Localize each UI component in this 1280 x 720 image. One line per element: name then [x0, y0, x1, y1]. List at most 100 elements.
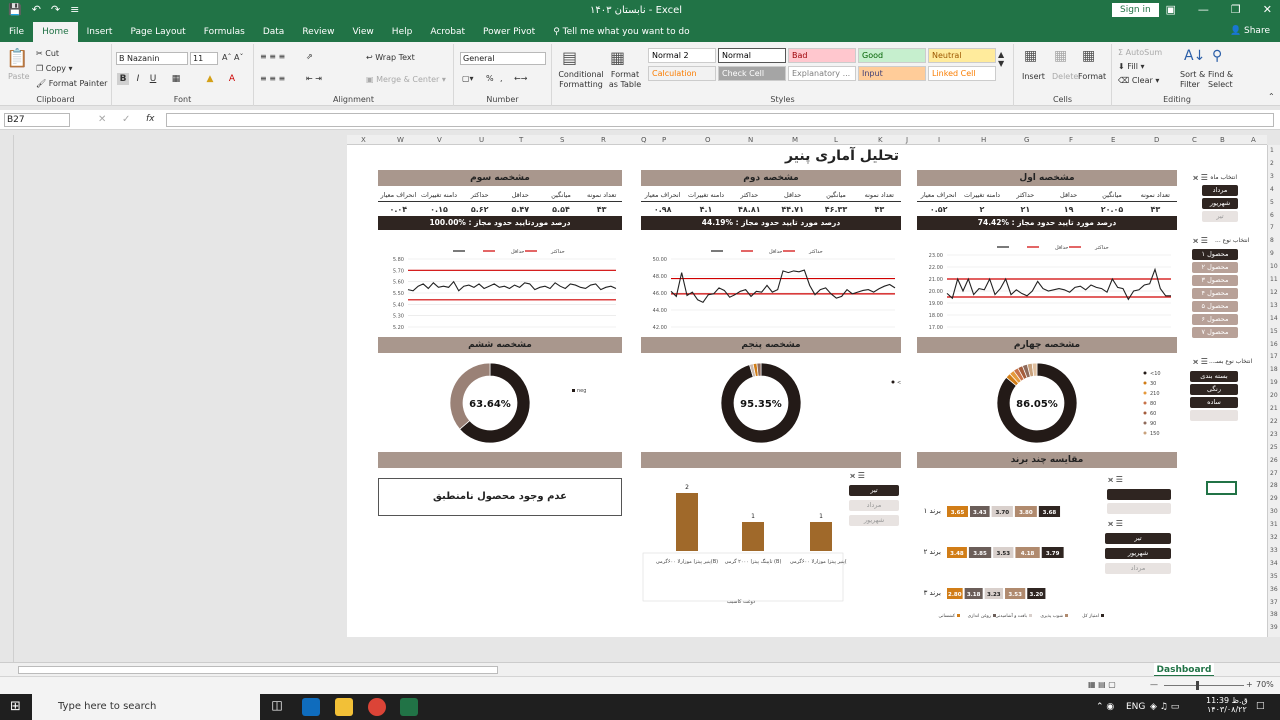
- column-header[interactable]: C: [1192, 136, 1197, 144]
- chrome-icon[interactable]: [368, 698, 386, 716]
- percent-button[interactable]: %: [486, 74, 494, 83]
- cut-button[interactable]: ✂ Cut: [36, 49, 59, 58]
- row-header[interactable]: 22: [1270, 418, 1278, 425]
- cell-style-1[interactable]: Normal: [718, 48, 786, 63]
- cancel-formula-icon[interactable]: ✕: [98, 114, 106, 125]
- paste-button[interactable]: Paste: [8, 72, 30, 81]
- row-header[interactable]: 27: [1270, 470, 1278, 477]
- redo-icon[interactable]: ↷: [51, 3, 60, 16]
- cell-style-5[interactable]: Calculation: [648, 66, 716, 81]
- tray-icons[interactable]: ⌃ ◉: [1096, 702, 1114, 712]
- slicer-month-item[interactable]: شهریور: [1202, 198, 1238, 209]
- filter-icon[interactable]: ⪤ ☰: [1108, 519, 1123, 529]
- vertical-scrollbar[interactable]: [0, 135, 14, 662]
- find-select-button[interactable]: Find & Select: [1208, 70, 1238, 90]
- tab-file[interactable]: File: [0, 22, 33, 42]
- notification-icon[interactable]: □: [1256, 701, 1265, 711]
- conditional-formatting-button[interactable]: Conditional Formatting: [558, 70, 604, 90]
- slicer-pack-item[interactable]: رنگی: [1190, 384, 1238, 395]
- slicer-brand-month[interactable]: شهریور: [1105, 548, 1171, 559]
- customize-icon[interactable]: ≡: [70, 3, 79, 16]
- taskbar-clock[interactable]: 11:39 ق.ظ ۱۴۰۳/۰۸/۲۲: [1206, 696, 1248, 714]
- tab-home[interactable]: Home: [33, 22, 78, 42]
- taskbar-search[interactable]: Type here to search: [32, 694, 260, 720]
- format-painter-button[interactable]: 🖌 Format Painter: [36, 79, 107, 88]
- column-header[interactable]: J: [906, 136, 908, 144]
- minimize-icon[interactable]: —: [1198, 3, 1209, 16]
- cell-style-8[interactable]: Input: [858, 66, 926, 81]
- network-volume-icons[interactable]: ◈ ♫ ▭: [1150, 702, 1179, 712]
- filter-icon[interactable]: ⪤ ☰: [1108, 475, 1123, 485]
- row-header[interactable]: 29: [1270, 495, 1278, 502]
- filter-icon[interactable]: ⪤ ☰: [1193, 357, 1208, 367]
- row-header[interactable]: 15: [1270, 328, 1278, 335]
- row-header[interactable]: 4: [1270, 186, 1274, 193]
- cell-style-6[interactable]: Check Cell: [718, 66, 786, 81]
- restore-icon[interactable]: ❐: [1231, 3, 1241, 16]
- column-header[interactable]: F: [1069, 136, 1073, 144]
- filter-icon[interactable]: ⪤ ☰: [1193, 173, 1208, 183]
- cell-style-0[interactable]: Normal 2: [648, 48, 716, 63]
- row-header[interactable]: 39: [1270, 624, 1278, 631]
- zoom-slider[interactable]: [1164, 685, 1244, 686]
- formula-input[interactable]: [166, 113, 1274, 127]
- filter-icon[interactable]: ⪤ ☰: [850, 471, 865, 481]
- borders-icon[interactable]: ▦: [170, 73, 182, 85]
- row-header[interactable]: 14: [1270, 315, 1278, 322]
- cell-style-9[interactable]: Linked Cell: [928, 66, 996, 81]
- row-header[interactable]: 9: [1270, 250, 1274, 257]
- align-left-icon[interactable]: ≡ ≡ ≡: [260, 74, 285, 83]
- insert-button[interactable]: Insert: [1022, 72, 1045, 81]
- tab-power-pivot[interactable]: Power Pivot: [474, 22, 544, 42]
- row-header[interactable]: 32: [1270, 534, 1278, 541]
- slicer-type-item[interactable]: محصول ۲: [1192, 262, 1238, 273]
- zoom-in-icon[interactable]: +: [1246, 680, 1253, 689]
- number-format-box[interactable]: General: [460, 52, 546, 65]
- row-header[interactable]: 21: [1270, 405, 1278, 412]
- tab-review[interactable]: Review: [293, 22, 343, 42]
- slicer-type-item[interactable]: محصول ۴: [1192, 288, 1238, 299]
- row-header[interactable]: 13: [1270, 302, 1278, 309]
- row-header[interactable]: 37: [1270, 599, 1278, 606]
- row-header[interactable]: 17: [1270, 353, 1278, 360]
- font-name-box[interactable]: B Nazanin: [116, 52, 188, 65]
- row-header[interactable]: 12: [1270, 289, 1278, 296]
- slicer-brand-month[interactable]: تیر: [1105, 533, 1171, 544]
- column-header[interactable]: A: [1251, 136, 1256, 144]
- column-header[interactable]: B: [1220, 136, 1225, 144]
- column-header[interactable]: M: [792, 136, 798, 144]
- indent-icon[interactable]: ⇤ ⇥: [306, 74, 322, 83]
- row-header[interactable]: 2: [1270, 160, 1274, 167]
- row-header[interactable]: 38: [1270, 611, 1278, 618]
- horizontal-scrollbar[interactable]: [18, 666, 498, 674]
- save-icon[interactable]: 💾: [8, 3, 22, 16]
- row-header[interactable]: 34: [1270, 560, 1278, 567]
- row-header[interactable]: 6: [1270, 212, 1274, 219]
- task-view-icon[interactable]: ◫: [268, 698, 286, 716]
- row-header[interactable]: 10: [1270, 263, 1278, 270]
- format-as-table-button[interactable]: Format as Table: [606, 70, 644, 90]
- tab-help[interactable]: Help: [383, 22, 422, 42]
- filter-icon[interactable]: ⪤ ☰: [1193, 236, 1208, 246]
- align-top-icon[interactable]: ≡ ≡ ≡: [260, 52, 285, 61]
- column-header[interactable]: W: [397, 136, 404, 144]
- column-header[interactable]: H: [981, 136, 986, 144]
- tab-page-layout[interactable]: Page Layout: [121, 22, 194, 42]
- column-header[interactable]: V: [437, 136, 442, 144]
- row-header[interactable]: 8: [1270, 237, 1274, 244]
- row-header[interactable]: 11: [1270, 276, 1278, 283]
- taskbar-lang[interactable]: ENG: [1126, 702, 1145, 712]
- cell-style-7[interactable]: Explanatory ...: [788, 66, 856, 81]
- row-header[interactable]: 36: [1270, 586, 1278, 593]
- column-header[interactable]: G: [1024, 136, 1029, 144]
- slicer-type-item[interactable]: محصول ۳: [1192, 275, 1238, 286]
- column-header[interactable]: K: [878, 136, 883, 144]
- windows-start-icon[interactable]: ⊞: [10, 699, 21, 714]
- ribbon-display-icon[interactable]: ▣: [1166, 3, 1176, 16]
- decimal-icon[interactable]: ←→: [514, 74, 527, 83]
- zoom-out-icon[interactable]: —: [1150, 680, 1158, 689]
- row-header[interactable]: 25: [1270, 444, 1278, 451]
- sheet-tab-dashboard[interactable]: Dashboard: [1154, 663, 1214, 677]
- share-button[interactable]: 👤 Share: [1230, 26, 1270, 36]
- row-header[interactable]: 16: [1270, 341, 1278, 348]
